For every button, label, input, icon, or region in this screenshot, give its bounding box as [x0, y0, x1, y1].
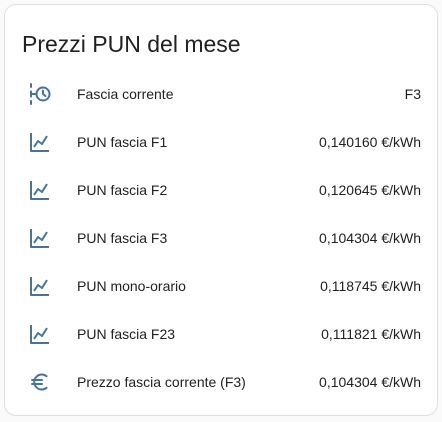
entity-row-pun-f23[interactable]: PUN fascia F23 0,111821 €/kWh: [5, 314, 437, 354]
entity-value: 0,140160 €/kWh: [319, 134, 421, 150]
entity-value: F3: [404, 86, 421, 102]
entity-value: 0,111821 €/kWh: [321, 326, 421, 342]
chart-line-icon: [28, 226, 52, 250]
chart-line-icon: [28, 322, 52, 346]
entity-list: Fascia corrente F3 PUN fascia F1 0,14016…: [5, 5, 437, 415]
chart-line-icon: [28, 130, 52, 154]
entity-value: 0,104304 €/kWh: [319, 374, 421, 390]
entity-label: PUN fascia F23: [77, 326, 176, 342]
entity-value: 0,118745 €/kWh: [320, 278, 421, 294]
entity-label: PUN fascia F1: [77, 134, 168, 150]
entity-label: Fascia corrente: [77, 86, 174, 102]
clock-timeline-icon: [28, 82, 52, 106]
entity-value: 0,104304 €/kWh: [319, 230, 421, 246]
entities-card: Prezzi PUN del mese Fascia corrente F3 P…: [4, 4, 438, 416]
entity-value: 0,120645 €/kWh: [319, 182, 421, 198]
chart-line-icon: [28, 178, 52, 202]
entity-row-prezzo-fascia-corrente[interactable]: Prezzo fascia corrente (F3) 0,104304 €/k…: [5, 362, 437, 402]
entity-row-pun-f2[interactable]: PUN fascia F2 0,120645 €/kWh: [5, 170, 437, 210]
entity-row-pun-f1[interactable]: PUN fascia F1 0,140160 €/kWh: [5, 122, 437, 162]
entity-label: PUN mono-orario: [77, 278, 186, 294]
entity-label: PUN fascia F3: [77, 230, 168, 246]
euro-icon: [28, 370, 52, 394]
entity-label: Prezzo fascia corrente (F3): [77, 374, 246, 390]
entity-label: PUN fascia F2: [77, 182, 168, 198]
chart-line-icon: [28, 274, 52, 298]
entity-row-pun-f3[interactable]: PUN fascia F3 0,104304 €/kWh: [5, 218, 437, 258]
entity-row-pun-mono-orario[interactable]: PUN mono-orario 0,118745 €/kWh: [5, 266, 437, 306]
entity-row-fascia-corrente[interactable]: Fascia corrente F3: [5, 74, 437, 114]
